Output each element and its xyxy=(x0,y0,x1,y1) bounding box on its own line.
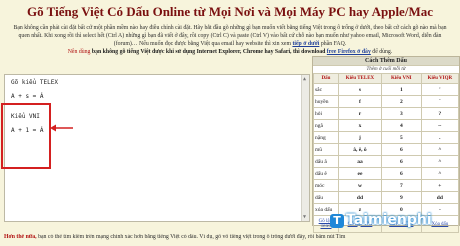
row-cell: ? xyxy=(420,107,460,120)
table-row: nặng j 5. xyxy=(313,131,460,144)
row-cell: r xyxy=(338,107,382,120)
intro-paragraph: Bạn không cần phải cài đặt bất cứ một ph… xyxy=(13,25,447,47)
arrow-icon xyxy=(50,124,73,132)
row-cell: ` xyxy=(420,95,460,108)
row-cell: x xyxy=(338,119,382,132)
intro-text: Bạn không cần phải cài đặt bất cứ một ph… xyxy=(8,24,452,56)
row-cell: 7 xyxy=(380,179,422,192)
row-label: ngã xyxy=(313,119,339,132)
row-label: dấu xyxy=(313,191,339,204)
row-cell: s xyxy=(338,83,382,96)
row-label: dấu ê xyxy=(313,167,339,180)
row-cell: dd xyxy=(420,191,460,204)
table-row: sắc s 1 ' xyxy=(313,83,460,96)
highlight-box xyxy=(1,103,51,169)
table-row: huyền f 2 ` xyxy=(313,95,460,108)
scroll-up-icon[interactable]: ▲ xyxy=(303,76,306,82)
watermark-logo-icon: T xyxy=(330,214,344,228)
row-cell: ' xyxy=(420,83,460,96)
row-cell: . xyxy=(420,131,460,144)
editor-line: A + s = Á xyxy=(11,93,44,100)
row-label: hỏi xyxy=(313,107,339,120)
accent-key-table: Dấu Kiểu TELEX Kiểu VNI Kiểu VIQR sắc s 1 '… xyxy=(313,73,460,233)
row-label: móc xyxy=(313,179,339,192)
column-header: Dấu xyxy=(313,73,339,84)
row-cell: ~ xyxy=(420,119,460,132)
table-row: dấu dd 9 dd xyxy=(313,191,460,204)
row-cell: ^ xyxy=(420,143,460,156)
table-row: dấu ê ee 6 ^ xyxy=(313,167,460,180)
editor-line: Gõ kiểu TELEX xyxy=(11,79,58,86)
row-cell: 2 xyxy=(380,95,422,108)
scroll-down-icon[interactable]: ▼ xyxy=(303,214,306,220)
row-cell: + xyxy=(420,179,460,192)
editor-scrollbar[interactable]: ▲ ▼ xyxy=(301,75,309,221)
row-cell: â, ê, ô xyxy=(338,143,382,156)
row-cell: ^ xyxy=(420,167,460,180)
intro-browser-end: để dùng. xyxy=(372,49,393,55)
table-row: mũ â, ê, ô 6 ^ xyxy=(313,143,460,156)
table-row: ngã x 4 ~ xyxy=(313,119,460,132)
bottom-lead: Hơn thế nữa, xyxy=(4,234,37,240)
table-row: móc w 7 + xyxy=(313,179,460,192)
row-cell: 9 xyxy=(380,191,422,204)
watermark: T Taimienphi xyxy=(330,212,432,228)
row-label: mũ xyxy=(313,143,339,156)
table-row: hỏi r 3? xyxy=(313,107,460,120)
row-cell: 4 xyxy=(380,119,422,132)
faq-link[interactable]: tiếp ở dưới xyxy=(292,41,319,47)
row-cell: dd xyxy=(338,191,382,204)
row-cell: 5 xyxy=(380,131,422,144)
accent-table: Cách Thêm Dấu Thêm ở cuối mỗi từ Dấu Kiể… xyxy=(312,56,460,233)
table-row: dấu â aa 6 ^ xyxy=(313,155,460,168)
row-cell: 6 xyxy=(380,155,422,168)
row-cell: ee xyxy=(338,167,382,180)
firefox-download-link[interactable]: free Firefox ở đây xyxy=(327,49,371,55)
row-label: dấu â xyxy=(313,155,339,168)
row-cell: j xyxy=(338,131,382,144)
row-cell: ^ xyxy=(420,155,460,168)
column-header: Kiểu TELEX xyxy=(338,73,382,84)
column-header: Kiểu VIQR xyxy=(420,73,460,84)
bottom-body: bạn có thể tìm kiếm trên mạng chính xác … xyxy=(38,234,346,240)
intro-lead: Nên dùng xyxy=(67,49,91,55)
row-cell: 3 xyxy=(380,107,422,120)
bottom-text: Hơn thế nữa, bạn có thể tìm kiếm trên mạ… xyxy=(4,234,456,240)
row-cell: 6 xyxy=(380,167,422,180)
row-cell: aa xyxy=(338,155,382,168)
intro-browser-note: bạn không gõ tiếng Việt được khi sử dụng… xyxy=(91,49,326,55)
column-header: Kiểu VNI xyxy=(380,73,422,84)
row-label: huyền xyxy=(313,95,339,108)
intro-paragraph-end: phần FAQ. xyxy=(320,41,347,47)
row-cell: w xyxy=(338,179,382,192)
row-cell: f xyxy=(338,95,382,108)
row-label: nặng xyxy=(313,131,339,144)
page-title: Gõ Tiếng Việt Có Dấu Online từ Mọi Nơi v… xyxy=(27,4,433,19)
row-label: sắc xyxy=(313,83,339,96)
row-cell: 6 xyxy=(380,143,422,156)
table-subtitle: Thêm ở cuối mỗi từ xyxy=(313,65,459,73)
table-title: Cách Thêm Dấu xyxy=(313,57,459,65)
row-cell: 1 xyxy=(380,83,422,96)
watermark-text: Taimienphi xyxy=(346,212,432,228)
